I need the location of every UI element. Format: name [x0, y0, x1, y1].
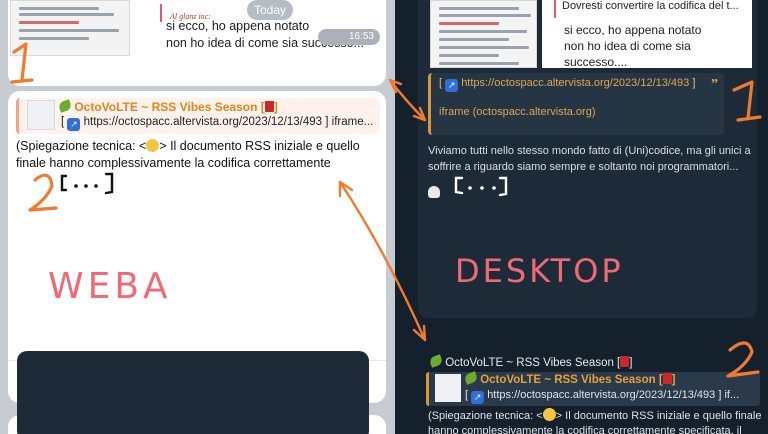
- reply-thumbnail: [435, 374, 461, 402]
- web-screenshot-thumbnail[interactable]: [10, 0, 130, 56]
- link-bracket: [: [465, 389, 469, 401]
- reply-title: OctoVoLTE ~ RSS Vibes Season []: [463, 371, 676, 386]
- desktop-screenshot-thumbnails[interactable]: Dovresti convertire la codifica del t...…: [430, 0, 752, 70]
- desktop-thumbnail-2[interactable]: Dovresti convertire la codifica del t...…: [542, 0, 752, 70]
- leaf-icon: [57, 99, 73, 113]
- link-suffix: ] if...: [718, 389, 740, 401]
- external-link-icon: ↗: [445, 79, 459, 92]
- body-text: Viviamo tutti nello stesso mondo fatto d…: [428, 145, 751, 173]
- web-message-body: (Spiegazione tecnica: < > Il documento RS…: [16, 138, 380, 172]
- desktop-link-card[interactable]: [ ↗ https://octospacc.altervista.org/202…: [428, 73, 724, 135]
- reply-thumbnail: [27, 100, 55, 130]
- leaf-icon: [463, 371, 479, 385]
- desktop-message-text: si ecco, ho appena notato non ho idea di…: [564, 22, 752, 70]
- link-bracket: [: [439, 77, 443, 89]
- link-url[interactable]: https://octospacc.altervista.org/2023/12…: [84, 116, 322, 128]
- card-link[interactable]: [ ↗ https://octospacc.altervista.org/202…: [439, 77, 695, 92]
- desktop-reply-preview[interactable]: OctoVoLTE ~ RSS Vibes Season [] [ ↗ http…: [426, 371, 760, 406]
- body-prefix: (Spiegazione tecnica: <: [428, 410, 543, 422]
- web-reply-preview[interactable]: OctoVoLTE ~ RSS Vibes Season [] [ ↗ http…: [16, 98, 380, 134]
- desktop-message-body: Viviamo tutti nello stesso mondo fatto d…: [428, 143, 758, 201]
- skull-emoji: [428, 185, 758, 201]
- desktop-quote-text: Dovresti convertire la codifica del t...: [554, 0, 744, 18]
- leaf-icon: [428, 354, 444, 368]
- link-bracket: ]: [692, 77, 696, 89]
- external-link-icon: ↗: [67, 118, 81, 131]
- reply-title-text: OctoVoLTE ~ RSS Vibes Season [: [480, 374, 663, 386]
- external-link-icon: ↗: [471, 391, 485, 404]
- msg2-title-text: OctoVoLTE ~ RSS Vibes Season [: [445, 357, 621, 369]
- message-line: si ecco, ho appena notato: [564, 23, 702, 37]
- reply-link[interactable]: [ ↗ https://octospacc.altervista.org/202…: [465, 389, 739, 404]
- emoji-icon: [146, 139, 160, 152]
- message-time: 16:53: [318, 29, 380, 45]
- body-prefix: (Spiegazione tecnica: <: [16, 139, 147, 153]
- link-url[interactable]: https://octospacc.altervista.org/2023/12…: [461, 77, 689, 89]
- reply-title-end: ]: [671, 374, 676, 386]
- card-iframe-label[interactable]: iframe (octospacc.altervista.org): [439, 106, 596, 118]
- message-line: non ho idea di come sia successo....: [564, 39, 691, 69]
- book-icon: [620, 356, 630, 367]
- quote-mark-icon: ”: [711, 77, 718, 92]
- emoji-icon: [542, 408, 556, 421]
- reply-title: OctoVoLTE ~ RSS Vibes Season []: [57, 99, 278, 114]
- skull-icon: [428, 186, 440, 198]
- book-icon: [264, 101, 274, 112]
- reply-title-end: ]: [273, 100, 278, 114]
- desktop-msg2-body: (Spiegazione tecnica: < > Il documento RS…: [428, 408, 764, 434]
- book-icon: [662, 373, 672, 384]
- link-url[interactable]: https://octospacc.altervista.org/2023/12…: [487, 389, 715, 401]
- desktop-msg2-title: OctoVoLTE ~ RSS Vibes Season []: [428, 354, 633, 369]
- reply-link[interactable]: [ ↗ https://octospacc.altervista.org/202…: [61, 116, 373, 131]
- date-badge: Today: [247, 0, 293, 20]
- link-bracket: [: [61, 116, 65, 128]
- desktop-thumbnail-1[interactable]: [430, 0, 537, 68]
- msg2-title-end: ]: [629, 357, 633, 369]
- reply-title-text: OctoVoLTE ~ RSS Vibes Season [: [74, 100, 265, 114]
- link-suffix: ] iframe...: [325, 116, 374, 128]
- desktop-rss-message-bubble[interactable]: [17, 351, 369, 434]
